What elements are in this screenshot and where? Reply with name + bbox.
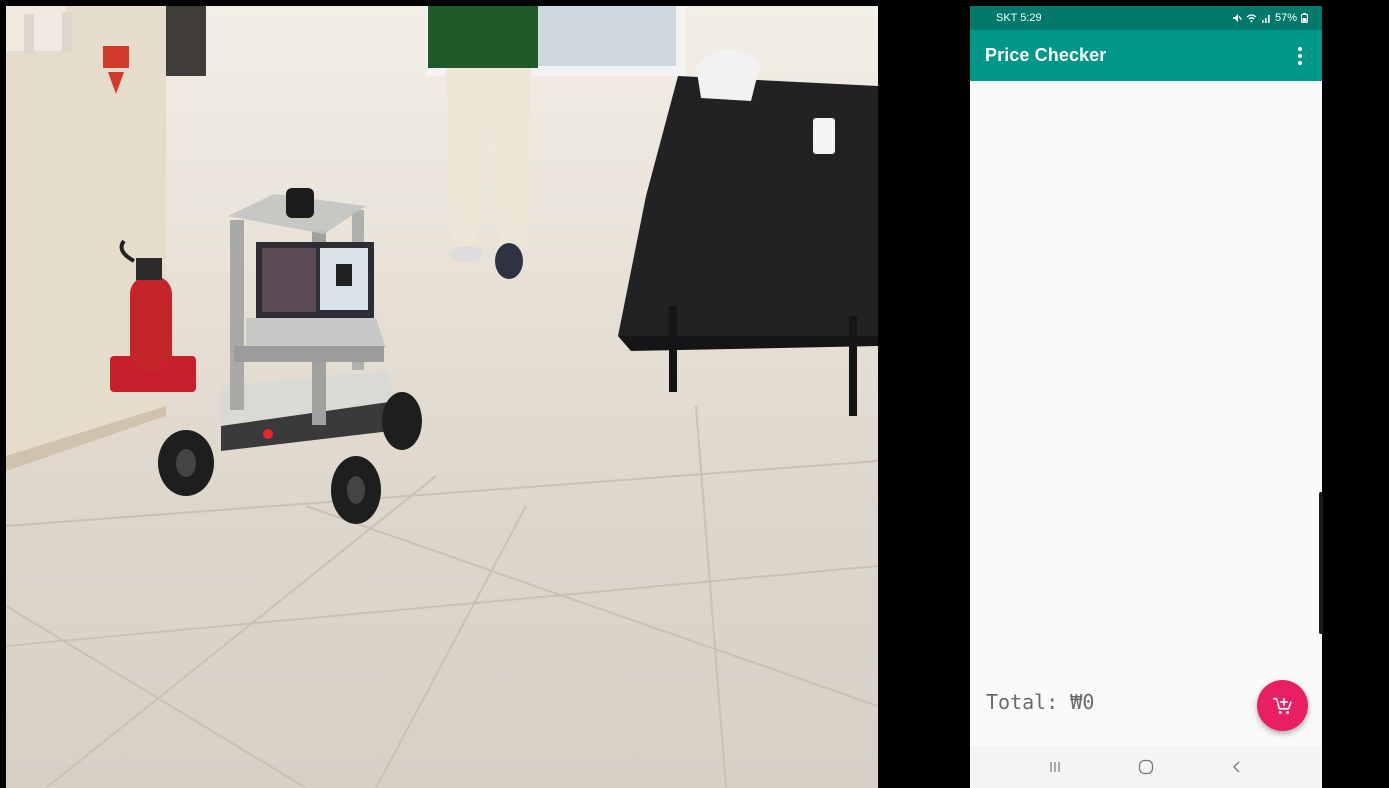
item-list-area[interactable] bbox=[970, 81, 1322, 746]
app-bar: Price Checker bbox=[970, 30, 1322, 81]
home-icon bbox=[1138, 759, 1154, 775]
phone-screen: SKT 5:29 57% Price Checker Total: ₩0 bbox=[970, 6, 1322, 788]
wifi-icon bbox=[1246, 14, 1257, 23]
mute-icon bbox=[1232, 14, 1242, 22]
camera-view bbox=[6, 6, 878, 788]
status-bar: SKT 5:29 57% bbox=[970, 6, 1322, 30]
signal-icon bbox=[1261, 15, 1270, 23]
more-vert-dot bbox=[1298, 60, 1302, 65]
edge-panel-handle[interactable] bbox=[1319, 492, 1323, 634]
more-vert-icon bbox=[1298, 46, 1302, 51]
robot-scene-illustration bbox=[6, 6, 878, 788]
battery-icon bbox=[1301, 13, 1308, 23]
recents-icon bbox=[1050, 762, 1060, 772]
status-carrier-time: SKT 5:29 bbox=[996, 12, 1042, 24]
recents-button[interactable] bbox=[1035, 752, 1075, 782]
back-button[interactable] bbox=[1217, 752, 1257, 782]
back-icon bbox=[1232, 761, 1240, 773]
status-right-group: 57% bbox=[1232, 12, 1308, 24]
add-to-cart-icon bbox=[1272, 697, 1292, 714]
home-button[interactable] bbox=[1126, 752, 1166, 782]
more-vert-dot bbox=[1298, 53, 1302, 58]
total-price-label: Total: ₩0 bbox=[986, 690, 1095, 714]
app-title: Price Checker bbox=[985, 45, 1107, 65]
add-to-cart-button[interactable] bbox=[1257, 680, 1308, 731]
battery-percent: 57% bbox=[1274, 12, 1297, 24]
system-navigation-bar bbox=[970, 746, 1322, 788]
overflow-menu-button[interactable] bbox=[1292, 41, 1308, 71]
